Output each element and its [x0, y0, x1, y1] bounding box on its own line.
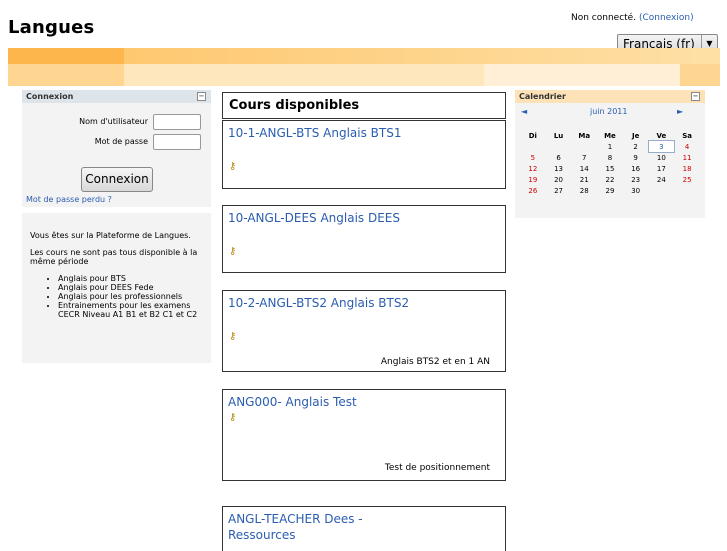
password-field[interactable]	[153, 134, 201, 150]
list-item: Anglais pour les professionnels	[58, 292, 205, 301]
calendar-day: 27	[554, 186, 564, 195]
calendar-grid: Di Lu Ma Me Je Ve Sa 1 2 3 4 5 6 7 8 9 1…	[520, 130, 700, 196]
weekday-label: Lu	[553, 131, 564, 140]
weekday-label: Di	[528, 131, 537, 140]
course-box: 10-2-ANGL-BTS2 Anglais BTS2 ⚷ Anglais BT…	[222, 290, 506, 372]
calendar-day: 9	[633, 153, 638, 162]
calendar-day: 1	[607, 142, 613, 151]
calendar-day	[674, 185, 700, 196]
username-label: Nom d'utilisateur	[79, 117, 148, 126]
calendar-day: 26	[528, 186, 538, 195]
login-block-header: Connexion −	[22, 90, 211, 103]
course-box: ANGL-TEACHER Dees - Ressources	[222, 506, 506, 551]
site-title: Langues	[8, 17, 95, 38]
calendar-nav: ◄ juin 2011 ►	[515, 107, 705, 119]
collapse-icon[interactable]: −	[691, 92, 700, 101]
info-block: Vous êtes sur la Plateforme de Langues. …	[22, 213, 211, 363]
info-note: Les cours ne sont pas tous disponible à …	[30, 248, 198, 266]
key-icon: ⚷	[229, 412, 237, 423]
calendar-day: 19	[528, 175, 538, 184]
calendar-title: Calendrier	[519, 92, 566, 101]
calendar-block: Calendrier − ◄ juin 2011 ► Di Lu Ma Me J…	[515, 90, 705, 218]
calendar-day: 5	[530, 153, 536, 162]
calendar-day: 24	[656, 175, 666, 184]
calendar-day: 28	[579, 186, 589, 195]
course-box: 10-ANGL-DEES Anglais DEES ⚷	[222, 205, 506, 273]
header-banner-top	[8, 48, 720, 64]
login-status: Non connecté.	[571, 13, 637, 23]
calendar-day: 17	[656, 164, 666, 173]
calendar-day: 11	[682, 153, 692, 162]
calendar-day: 12	[528, 164, 538, 173]
weekday-label: Ve	[656, 131, 667, 140]
password-label: Mot de passe	[94, 137, 148, 146]
calendar-day: 14	[579, 164, 589, 173]
username-field[interactable]	[153, 114, 201, 130]
list-item: Entrainements pour les examens CECR Nive…	[58, 301, 205, 319]
login-button[interactable]: Connexion	[81, 167, 153, 192]
calendar-day: 8	[607, 153, 613, 162]
calendar-day	[649, 185, 675, 196]
login-info: Non connecté. (Connexion)	[571, 13, 694, 23]
weekday-label: Je	[631, 131, 640, 140]
collapse-icon[interactable]: −	[197, 92, 206, 101]
calendar-day: 7	[582, 153, 587, 162]
login-link[interactable]: (Connexion)	[639, 13, 694, 23]
calendar-day: 4	[684, 142, 690, 151]
course-link[interactable]: ANG000- Anglais Test	[228, 394, 428, 410]
calendar-day: 15	[605, 164, 615, 173]
key-icon: ⚷	[229, 331, 237, 342]
course-link[interactable]: ANGL-TEACHER Dees - Ressources	[228, 511, 378, 543]
calendar-day: 16	[631, 164, 641, 173]
course-link[interactable]: 10-ANGL-DEES Anglais DEES	[228, 210, 428, 226]
login-block: Nom d'utilisateur Mot de passe Connexion…	[22, 103, 211, 207]
calendar-day: 20	[554, 175, 564, 184]
course-summary: Test de positionnement	[384, 463, 490, 473]
next-month-icon[interactable]: ►	[677, 107, 683, 116]
calendar-day: 30	[631, 186, 641, 195]
key-icon: ⚷	[229, 246, 237, 257]
calendar-day: 23	[631, 175, 641, 184]
course-summary: Anglais BTS2 et en 1 AN	[380, 357, 490, 367]
calendar-day: 22	[605, 175, 615, 184]
calendar-header: Calendrier −	[515, 90, 705, 103]
list-item: Anglais pour DEES Fede	[58, 283, 205, 292]
calendar-month[interactable]: juin 2011	[590, 107, 628, 116]
weekday-label: Ma	[578, 131, 591, 140]
list-item: Anglais pour BTS	[58, 274, 205, 283]
prev-month-icon[interactable]: ◄	[521, 107, 527, 116]
calendar-day: 2	[633, 142, 638, 151]
left-column: Connexion − Nom d'utilisateur Mot de pas…	[22, 90, 211, 363]
course-link[interactable]: 10-2-ANGL-BTS2 Anglais BTS2	[228, 295, 428, 311]
key-icon: ⚷	[229, 161, 237, 172]
calendar-day	[571, 141, 597, 152]
calendar-day: 18	[682, 164, 692, 173]
calendar-day: 21	[579, 175, 589, 184]
forgot-password-link[interactable]: Mot de passe perdu ?	[26, 195, 112, 204]
course-link[interactable]: 10-1-ANGL-BTS Anglais BTS1	[228, 125, 428, 141]
calendar-day: 10	[656, 153, 666, 162]
calendar-day: 13	[554, 164, 564, 173]
weekday-label: Sa	[682, 131, 692, 140]
calendar-day: 6	[556, 153, 561, 162]
header-banner-bottom	[8, 64, 720, 86]
info-intro: Vous êtes sur la Plateforme de Langues.	[30, 231, 191, 240]
course-box: ANG000- Anglais Test ⚷ Test de positionn…	[222, 389, 506, 481]
calendar-day: 25	[682, 175, 692, 184]
calendar-day-today: 3	[647, 140, 676, 153]
calendar-day	[520, 141, 546, 152]
login-block-title: Connexion	[26, 92, 74, 101]
courses-title: Cours disponibles	[222, 92, 506, 119]
calendar-day: 29	[605, 186, 615, 195]
course-box: 10-1-ANGL-BTS Anglais BTS1 ⚷	[222, 120, 506, 189]
calendar-day	[546, 141, 572, 152]
weekday-label: Me	[604, 131, 616, 140]
info-list: Anglais pour BTS Anglais pour DEES Fede …	[30, 274, 205, 319]
